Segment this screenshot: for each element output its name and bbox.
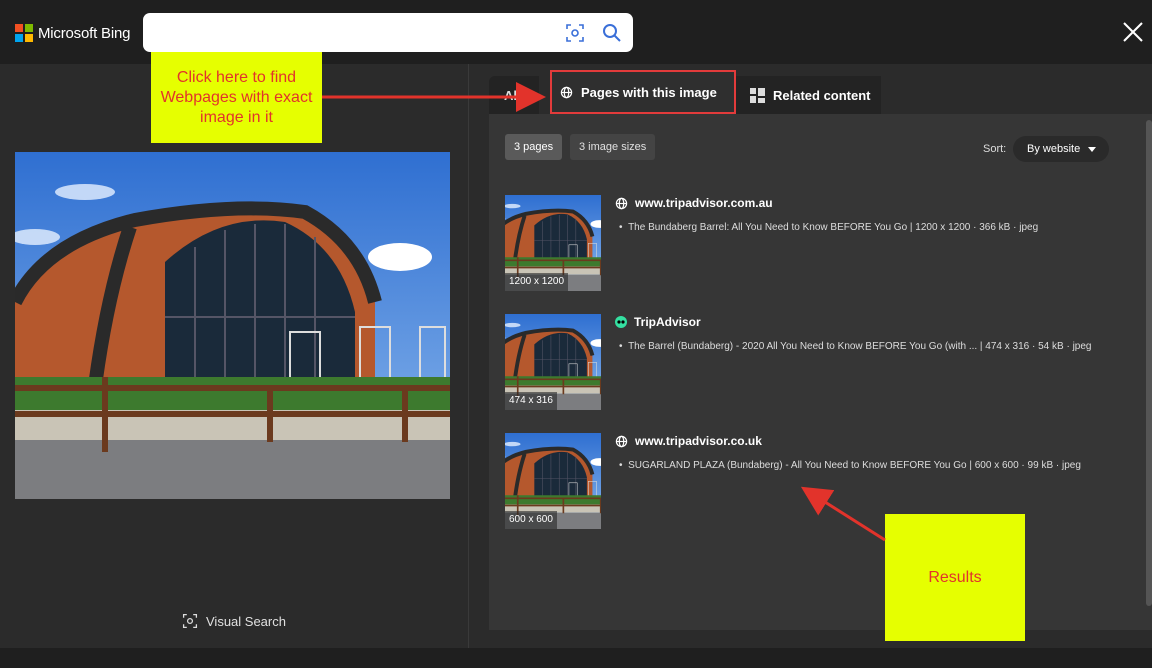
result-item[interactable]: 474 x 316 TripAdvisor • The Barrel (Bund… [505,314,1135,410]
result-site-name: www.tripadvisor.com.au [635,196,773,210]
main-image [15,152,450,499]
visual-search-button[interactable]: Visual Search [182,613,286,629]
result-site-link[interactable]: www.tripadvisor.com.au [615,196,773,210]
result-tabs: All Pages with this image Related conten… [489,70,881,114]
result-site-name: TripAdvisor [634,315,701,329]
globe-icon [560,86,573,98]
tab-related-label: Related content [773,87,871,103]
result-description: • The Bundaberg Barrel: All You Need to … [619,222,1039,233]
result-site-link[interactable]: www.tripadvisor.co.uk [615,434,762,448]
caret-down-icon [1088,146,1097,152]
result-description: • The Barrel (Bundaberg) - 2020 All You … [619,341,1092,352]
result-description: • SUGARLAND PLAZA (Bundaberg) - All You … [619,460,1081,471]
sort-value: By website [1027,143,1081,155]
tab-related-content[interactable]: Related content [736,76,881,114]
brand-name: Microsoft Bing [38,24,131,42]
globe-icon [615,435,628,447]
tab-pages-label: Pages with this image [581,84,717,100]
image-sizes-chip[interactable]: 3 image sizes [570,134,656,160]
result-site-link[interactable]: TripAdvisor [615,315,701,329]
annotation-callout-results: Results [885,514,1025,641]
image-preview-pane: Visual Search [0,64,469,648]
sort-label: Sort: [983,143,1007,155]
results-panel: 3 pages 3 image sizes Sort: By website 1… [489,114,1152,630]
search-icon[interactable] [601,22,623,44]
result-site-name: www.tripadvisor.co.uk [635,434,762,448]
scrollbar[interactable] [1146,120,1152,606]
tab-pages-with-this-image[interactable]: Pages with this image [550,70,736,114]
tripadvisor-icon [615,316,627,328]
result-item[interactable]: 600 x 600 www.tripadvisor.co.uk • SUGARL… [505,433,1135,529]
sort-dropdown[interactable]: By website [1013,136,1109,162]
pages-count-chip[interactable]: 3 pages [505,134,563,160]
result-item[interactable]: 1200 x 1200 www.tripadvisor.com.au • The… [505,195,1135,291]
visual-search-icon [182,613,198,629]
thumbnail-size-label: 1200 x 1200 [505,273,569,291]
search-input[interactable] [157,22,547,44]
visual-search-camera-icon[interactable] [564,22,586,44]
visual-search-label: Visual Search [206,613,286,629]
bottom-bar [0,648,1152,668]
search-box[interactable] [143,13,633,52]
microsoft-logo-icon [15,24,33,42]
annotation-callout-pages: Click here to find Webpages with exact i… [151,52,322,143]
grid-icon [750,87,765,103]
result-thumbnail[interactable]: 600 x 600 [505,433,601,529]
close-icon[interactable] [1120,19,1146,45]
tab-all[interactable]: All [489,76,539,114]
thumbnail-size-label: 474 x 316 [505,392,557,410]
thumbnail-size-label: 600 x 600 [505,511,557,529]
result-thumbnail[interactable]: 1200 x 1200 [505,195,601,291]
bing-logo[interactable]: Microsoft Bing [15,24,130,42]
globe-icon [615,197,628,209]
result-thumbnail[interactable]: 474 x 316 [505,314,601,410]
